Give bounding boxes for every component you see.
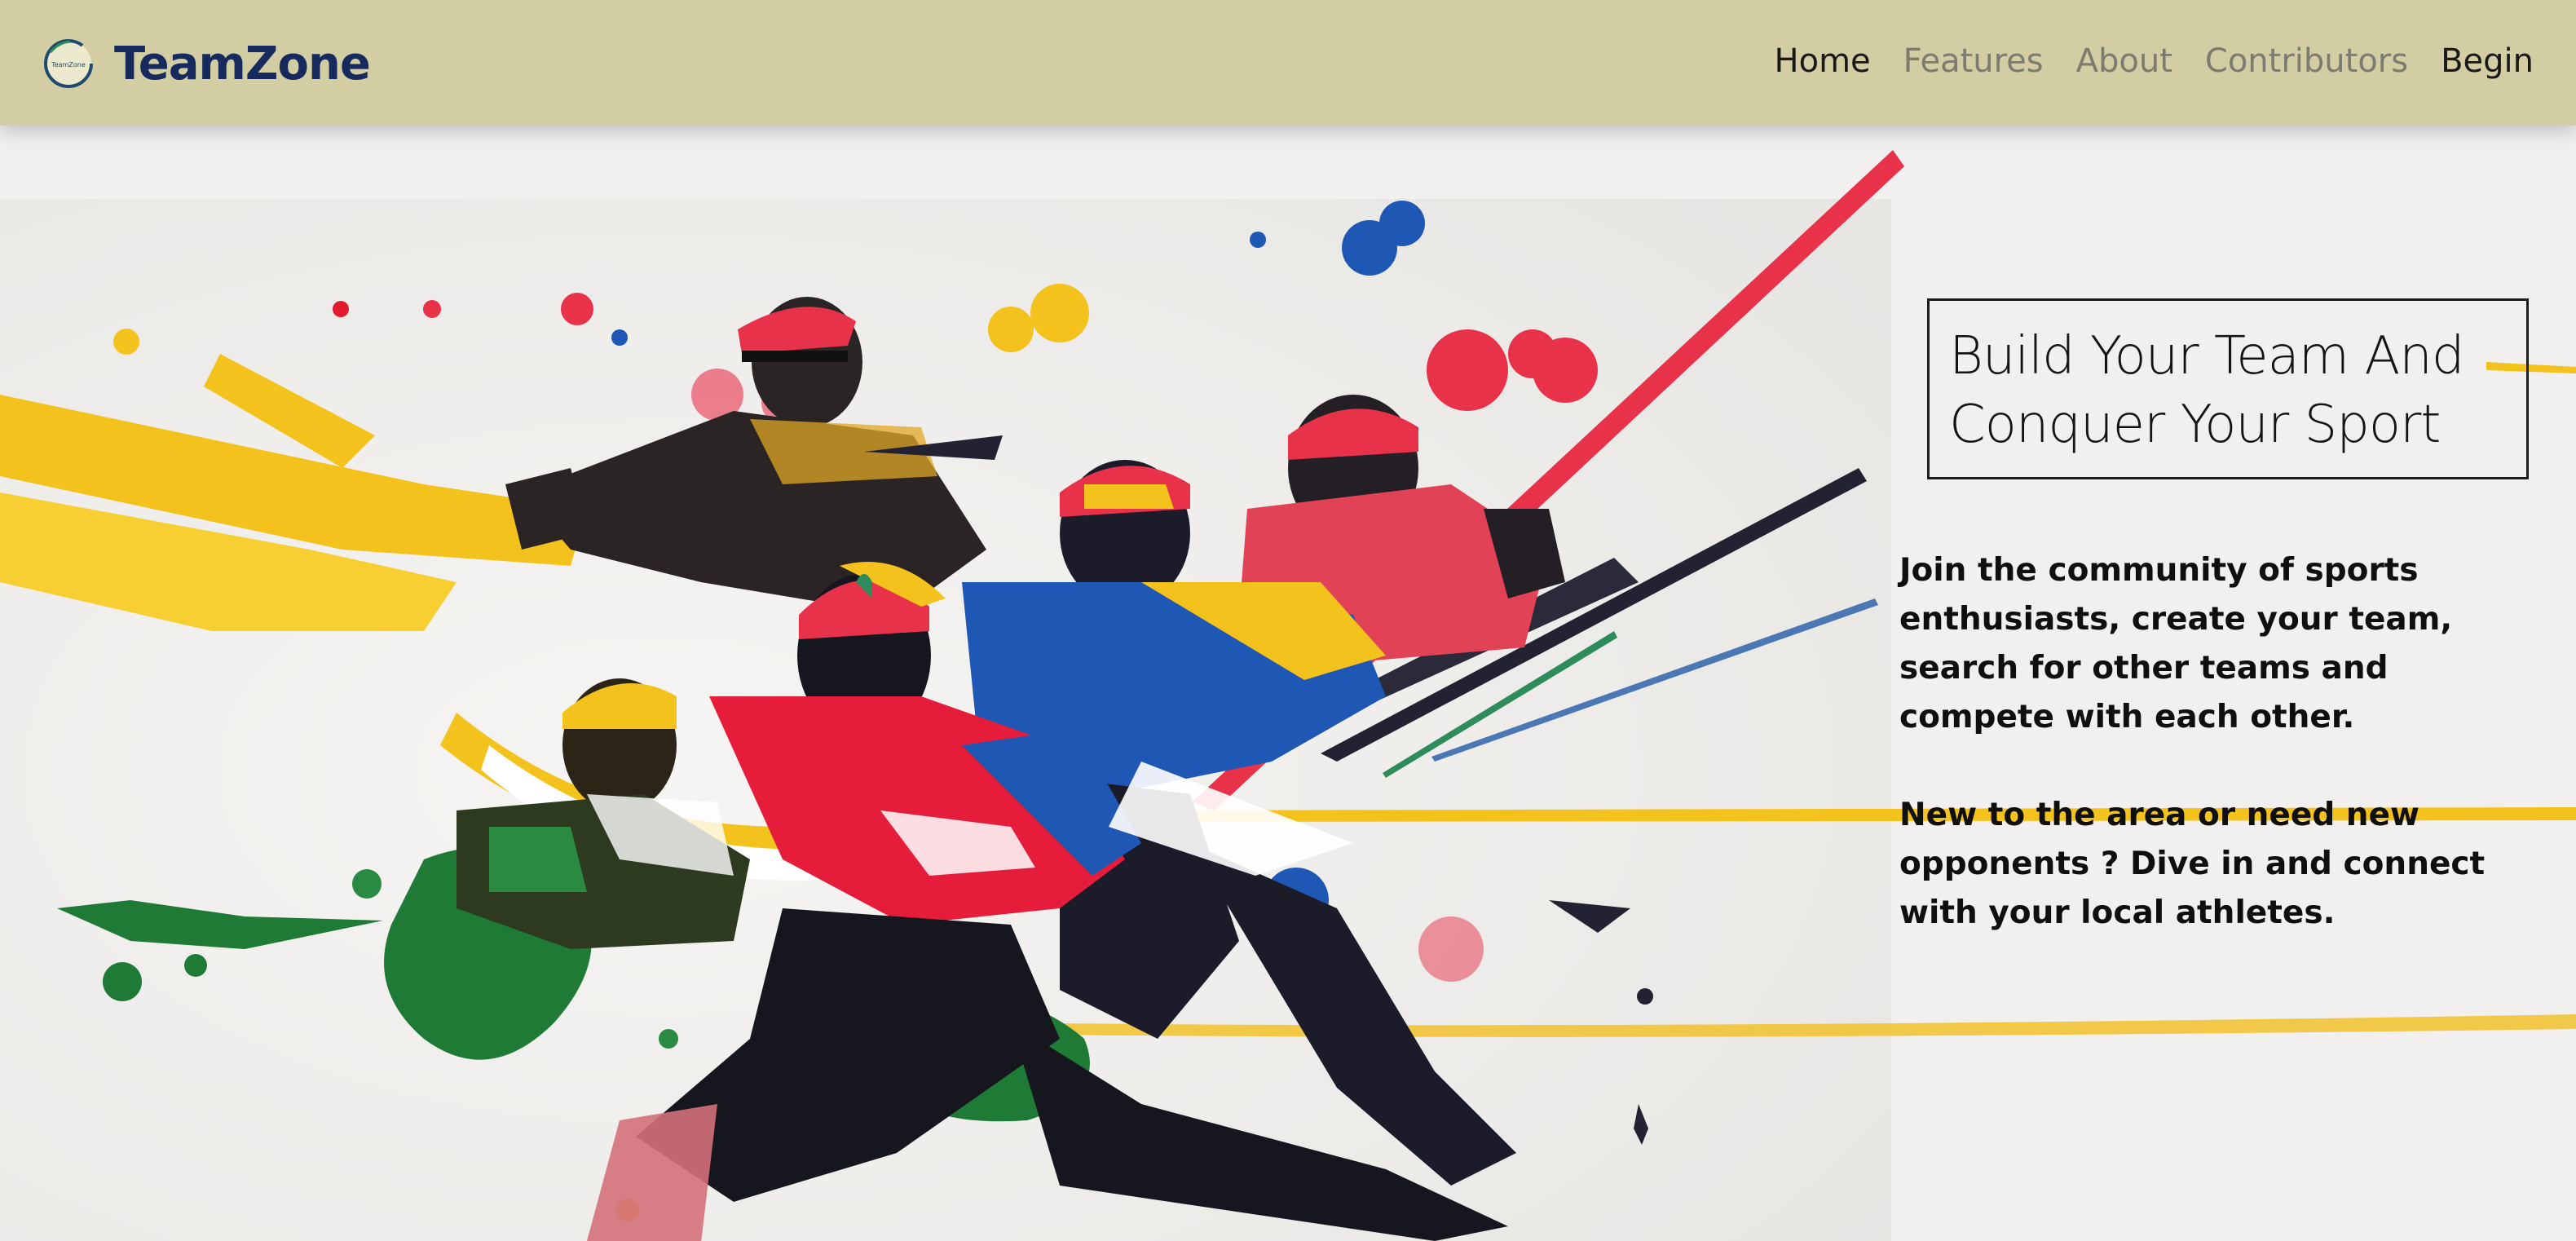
- hero-title-box: Build Your Team And Conquer Your Sport: [1927, 298, 2529, 479]
- brand-name[interactable]: TeamZone: [114, 38, 371, 91]
- hero-section: Build Your Team And Conquer Your Sport J…: [0, 126, 2576, 1241]
- hero-title-line-1: Build Your Team And: [1949, 326, 2464, 386]
- nav-features-link[interactable]: Features: [1903, 42, 2044, 80]
- main-nav: Home Features About Contributors Begin: [1775, 42, 2534, 80]
- nav-home-link[interactable]: Home: [1775, 42, 1871, 80]
- brand[interactable]: TeamZone TeamZone: [42, 38, 371, 91]
- logo-text: TeamZone: [51, 61, 86, 68]
- navbar: TeamZone TeamZone Home Features About Co…: [0, 0, 2576, 126]
- nav-contributors-link[interactable]: Contributors: [2205, 42, 2408, 80]
- hero-title-line-2: Conquer Your Sport: [1949, 395, 2441, 455]
- nav-begin-link[interactable]: Begin: [2441, 42, 2534, 80]
- hero-paragraph-community: Join the community of sports enthusiasts…: [1899, 552, 2453, 735]
- teamzone-logo-icon: TeamZone: [44, 39, 93, 88]
- hero-description: Join the community of sports enthusiasts…: [1899, 546, 2552, 938]
- hero-title: Build Your Team And Conquer Your Sport: [1949, 322, 2507, 459]
- nav-about-link[interactable]: About: [2076, 42, 2172, 80]
- hero-paragraph-connect: New to the area or need new opponents ? …: [1899, 797, 2486, 931]
